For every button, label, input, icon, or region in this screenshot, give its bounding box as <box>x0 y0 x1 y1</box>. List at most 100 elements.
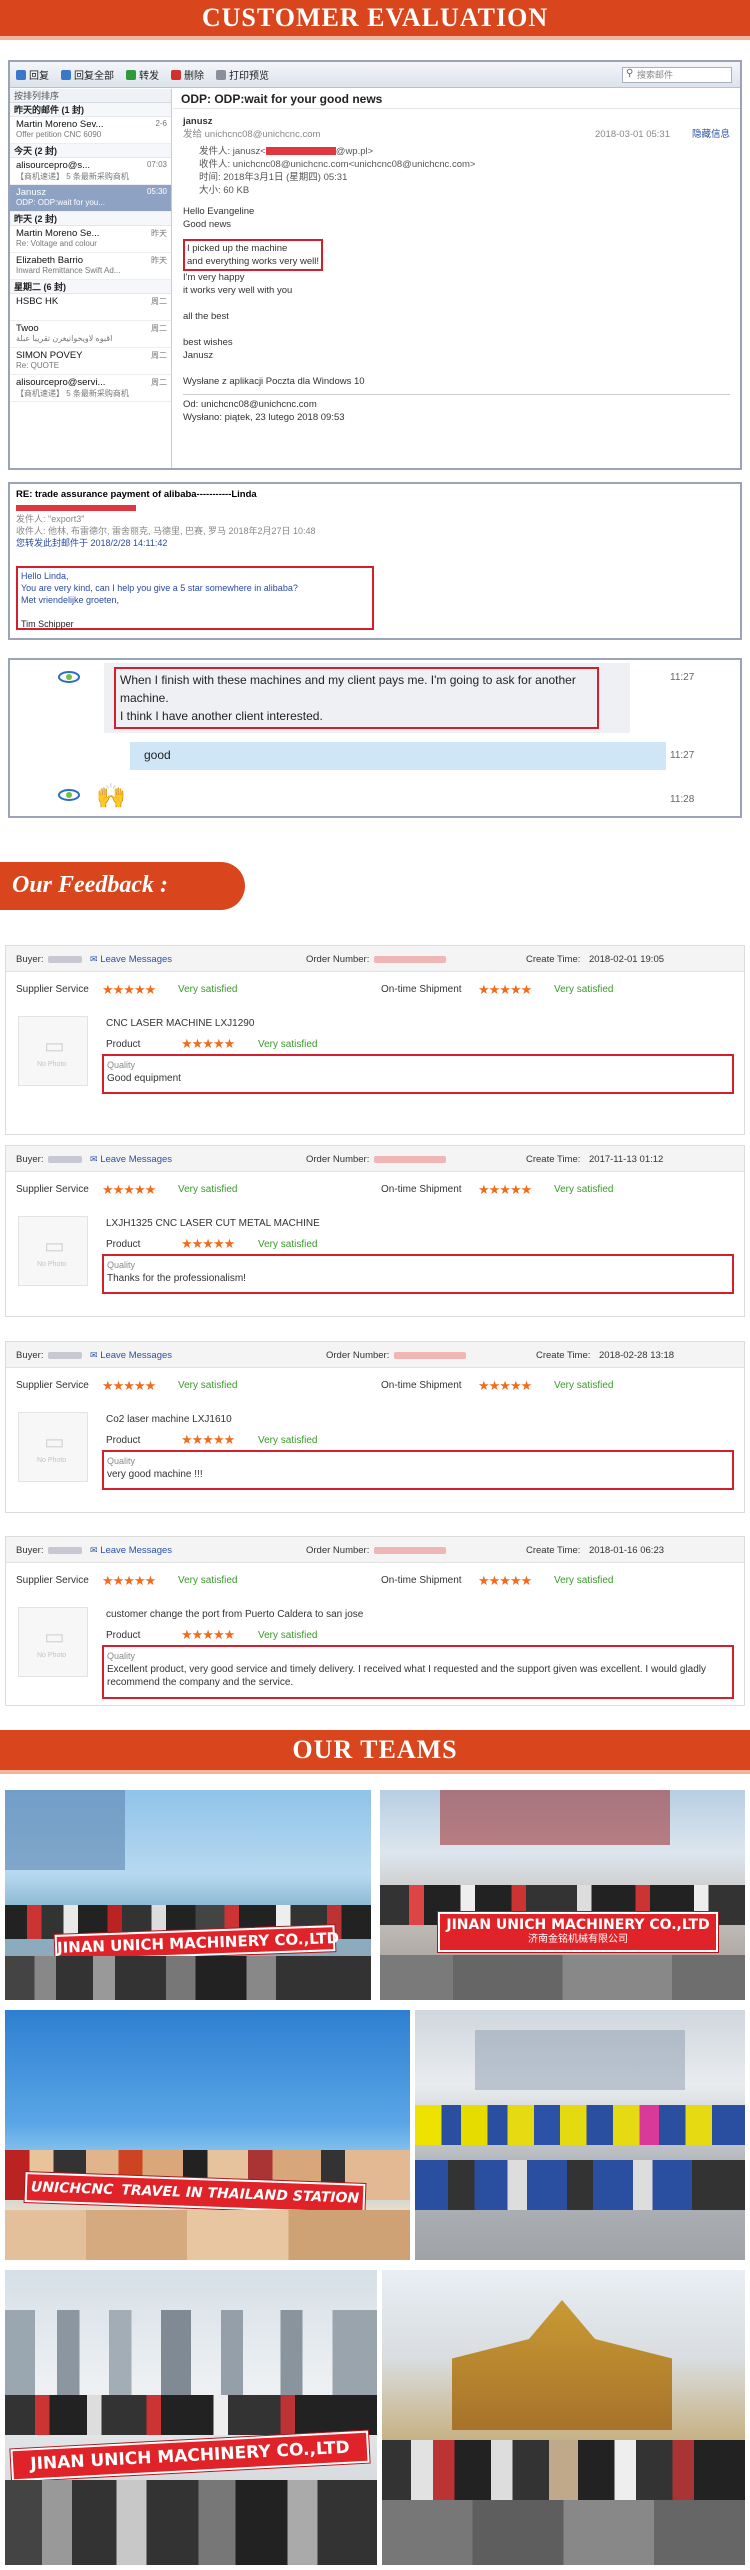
create-time-label: Create Time: <box>536 1350 591 1361</box>
highlight-line: Met vriendelijke groeten, <box>21 595 120 605</box>
email-client-window: 回复 回复全部 转发 删除 打印预览 搜索邮件 按排列排序 昨天的邮件 (1 封… <box>8 60 742 470</box>
team-photo-city-skyline: JINAN UNICH MACHINERY CO.,LTD <box>5 2270 377 2565</box>
order-number-label: Order Number: <box>326 1350 390 1361</box>
print-icon <box>216 69 226 80</box>
mail-list-item[interactable]: alisourcepro@servi... 【商机速递】 5 条最新采购商机 周二 <box>10 375 171 402</box>
product-stars: ★★★★★ <box>181 1627 235 1642</box>
service-rating-row: Supplier Service ★★★★★ Very satisfied On… <box>16 1573 734 1597</box>
mail-group-header[interactable]: 昨天 (2 封) <box>10 212 171 226</box>
chat-time: 11:27 <box>670 672 695 683</box>
sender-name: janusz <box>183 116 213 127</box>
mail-list-item-selected[interactable]: Janusz ODP: ODP:wait for you... 05:30 <box>10 185 171 212</box>
blurred-buyer-name <box>48 1156 82 1163</box>
body-line: best wishes <box>183 337 233 348</box>
our-feedback-banner: Our Feedback : <box>0 862 245 910</box>
on-time-shipment-satisfied: Very satisfied <box>554 1575 614 1586</box>
no-photo-image: No Photo <box>18 1412 88 1482</box>
reply-button[interactable]: 回复 <box>16 67 49 82</box>
mail-from: SIMON POVEY <box>16 350 83 361</box>
hide-details-link[interactable]: 隐藏信息 <box>692 128 730 141</box>
forward-icon <box>126 69 136 80</box>
order-number-label: Order Number: <box>306 1545 370 1556</box>
mail-from: alisourcepro@s... <box>16 160 91 171</box>
leave-messages-link[interactable]: ✉ Leave Messages <box>90 1154 172 1165</box>
feedback-card: Buyer: ✉ Leave Messages Order Number: Cr… <box>5 1341 745 1513</box>
on-time-shipment-stars: ★★★★★ <box>478 1378 532 1393</box>
crowd-shape <box>415 2105 745 2145</box>
mail-group-header[interactable]: 昨天的邮件 (1 封) <box>10 103 171 117</box>
product-title: CNC LASER MACHINE LXJ1290 <box>106 1018 255 1029</box>
email-toolbar: 回复 回复全部 转发 删除 打印预览 搜索邮件 <box>10 62 740 88</box>
mail-list-item[interactable]: SIMON POVEY Re: QUOTE 周二 <box>10 348 171 375</box>
mail-time: 周二 <box>151 297 167 306</box>
quality-label: Quality <box>107 1456 136 1466</box>
mail-group-header[interactable]: 星期二 (6 封) <box>10 280 171 294</box>
search-input[interactable]: 搜索邮件 <box>622 66 732 83</box>
supplier-service-label: Supplier Service <box>16 1380 89 1391</box>
mail-list-item[interactable]: Elizabeth Barrio Inward Remittance Swift … <box>10 253 171 280</box>
mail-time: 昨天 <box>151 229 167 238</box>
chat-message-outgoing: good <box>130 742 666 770</box>
mail-list-item[interactable]: Martin Moreno Se... Re: Voltage and colou… <box>10 226 171 253</box>
highlight-line: Tim Schipper <box>21 619 74 629</box>
supplier-service-label: Supplier Service <box>16 984 89 995</box>
service-rating-row: Supplier Service ★★★★★ Very satisfied On… <box>16 1182 734 1206</box>
quality-label: Quality <box>107 1651 136 1661</box>
body-line: Wysłane z aplikacji Poczta dla Windows 1… <box>183 376 365 387</box>
leave-messages-link[interactable]: ✉ Leave Messages <box>90 1350 172 1361</box>
mail-list-item[interactable]: alisourcepro@s... 【商机速递】 5 条最新采购商机 07:03 <box>10 158 171 185</box>
mail-list-sort-header[interactable]: 按排列排序 <box>10 89 171 103</box>
crowd-shape <box>5 2210 410 2260</box>
mail-from: Twoo <box>16 323 39 334</box>
print-preview-button[interactable]: 打印预览 <box>216 67 269 82</box>
no-photo-text: No Photo <box>37 1457 67 1464</box>
sender-line: 发给 unichcnc08@unichcnc.com <box>183 129 321 140</box>
on-time-shipment-stars: ★★★★★ <box>478 982 532 997</box>
quality-text: Thanks for the professionalism! <box>107 1273 246 1284</box>
leave-messages-link[interactable]: ✉ Leave Messages <box>90 1545 172 1556</box>
create-time-value: 2018-01-16 06:23 <box>589 1545 665 1556</box>
mail-time: 周二 <box>151 324 167 333</box>
buyer-label: Buyer: <box>16 1545 44 1556</box>
redacted-address <box>16 504 136 511</box>
from-label: 发件人: janusz< <box>199 146 266 157</box>
reply-icon <box>16 69 26 80</box>
leave-messages-link[interactable]: ✉ Leave Messages <box>90 954 172 965</box>
create-time-value: 2017-11-13 01:12 <box>589 1154 664 1165</box>
no-photo-image: No Photo <box>18 1016 88 1086</box>
supplier-service-satisfied: Very satisfied <box>178 1575 238 1586</box>
mail-list-item[interactable]: Twoo اقبوه لاويخوانيغرن تقريبا عبلة 周二 <box>10 321 171 348</box>
quality-label: Quality <box>107 1060 136 1070</box>
banner-text: JINAN UNICH MACHINERY CO.,LTD <box>446 1917 710 1933</box>
blurred-order-number <box>394 1352 466 1359</box>
delete-button[interactable]: 删除 <box>171 67 204 82</box>
mail-list-item[interactable]: Martin Moreno Sev... Offer petition CNC 6… <box>10 117 171 144</box>
product-title: LXJH1325 CNC LASER CUT METAL MACHINE <box>106 1218 320 1229</box>
quality-highlight-box: Quality Thanks for the professionalism! <box>102 1254 734 1294</box>
create-time-value: 2018-02-01 19:05 <box>589 954 665 965</box>
reply-all-icon <box>61 69 71 80</box>
mail-subject: 【商机速递】 5 条最新采购商机 <box>16 172 129 181</box>
forward-button[interactable]: 转发 <box>126 67 159 82</box>
mail-from: Martin Moreno Se... <box>16 228 100 239</box>
mail-list: 按排列排序 昨天的邮件 (1 封) Martin Moreno Sev... Of… <box>10 89 172 468</box>
buyer-label: Buyer: <box>16 1350 44 1361</box>
team-photo-harbor: JINAN UNICH MACHINERY CO.,LTD <box>5 1790 371 2000</box>
mail-group-header[interactable]: 今天 (2 封) <box>10 144 171 158</box>
team-photo-circle-activity <box>415 2010 745 2260</box>
reply-all-button[interactable]: 回复全部 <box>61 67 114 82</box>
unichcnc-logo: UNICHCNC <box>30 2179 114 2199</box>
email2-highlight-box: Hello Linda, You are very kind, can I he… <box>16 566 374 630</box>
chat-time: 11:28 <box>670 794 695 805</box>
supplier-service-stars: ★★★★★ <box>102 1573 156 1588</box>
mail-from: alisourcepro@servi... <box>16 377 106 388</box>
customer-evaluation-banner: CUSTOMER EVALUATION <box>0 0 750 40</box>
mail-list-item[interactable]: HSBC HK 周二 <box>10 294 171 321</box>
building-shape <box>475 2030 685 2090</box>
mail-time: 周二 <box>151 351 167 360</box>
body-line: Hello Evangeline <box>183 206 255 217</box>
product-label: Product <box>106 1630 141 1641</box>
card-header: Buyer: ✉ Leave Messages Order Number: Cr… <box>6 1342 744 1368</box>
chat-window: When I finish with these machines and my… <box>8 658 742 818</box>
chat-text: When I finish with these machines and my… <box>120 673 576 705</box>
